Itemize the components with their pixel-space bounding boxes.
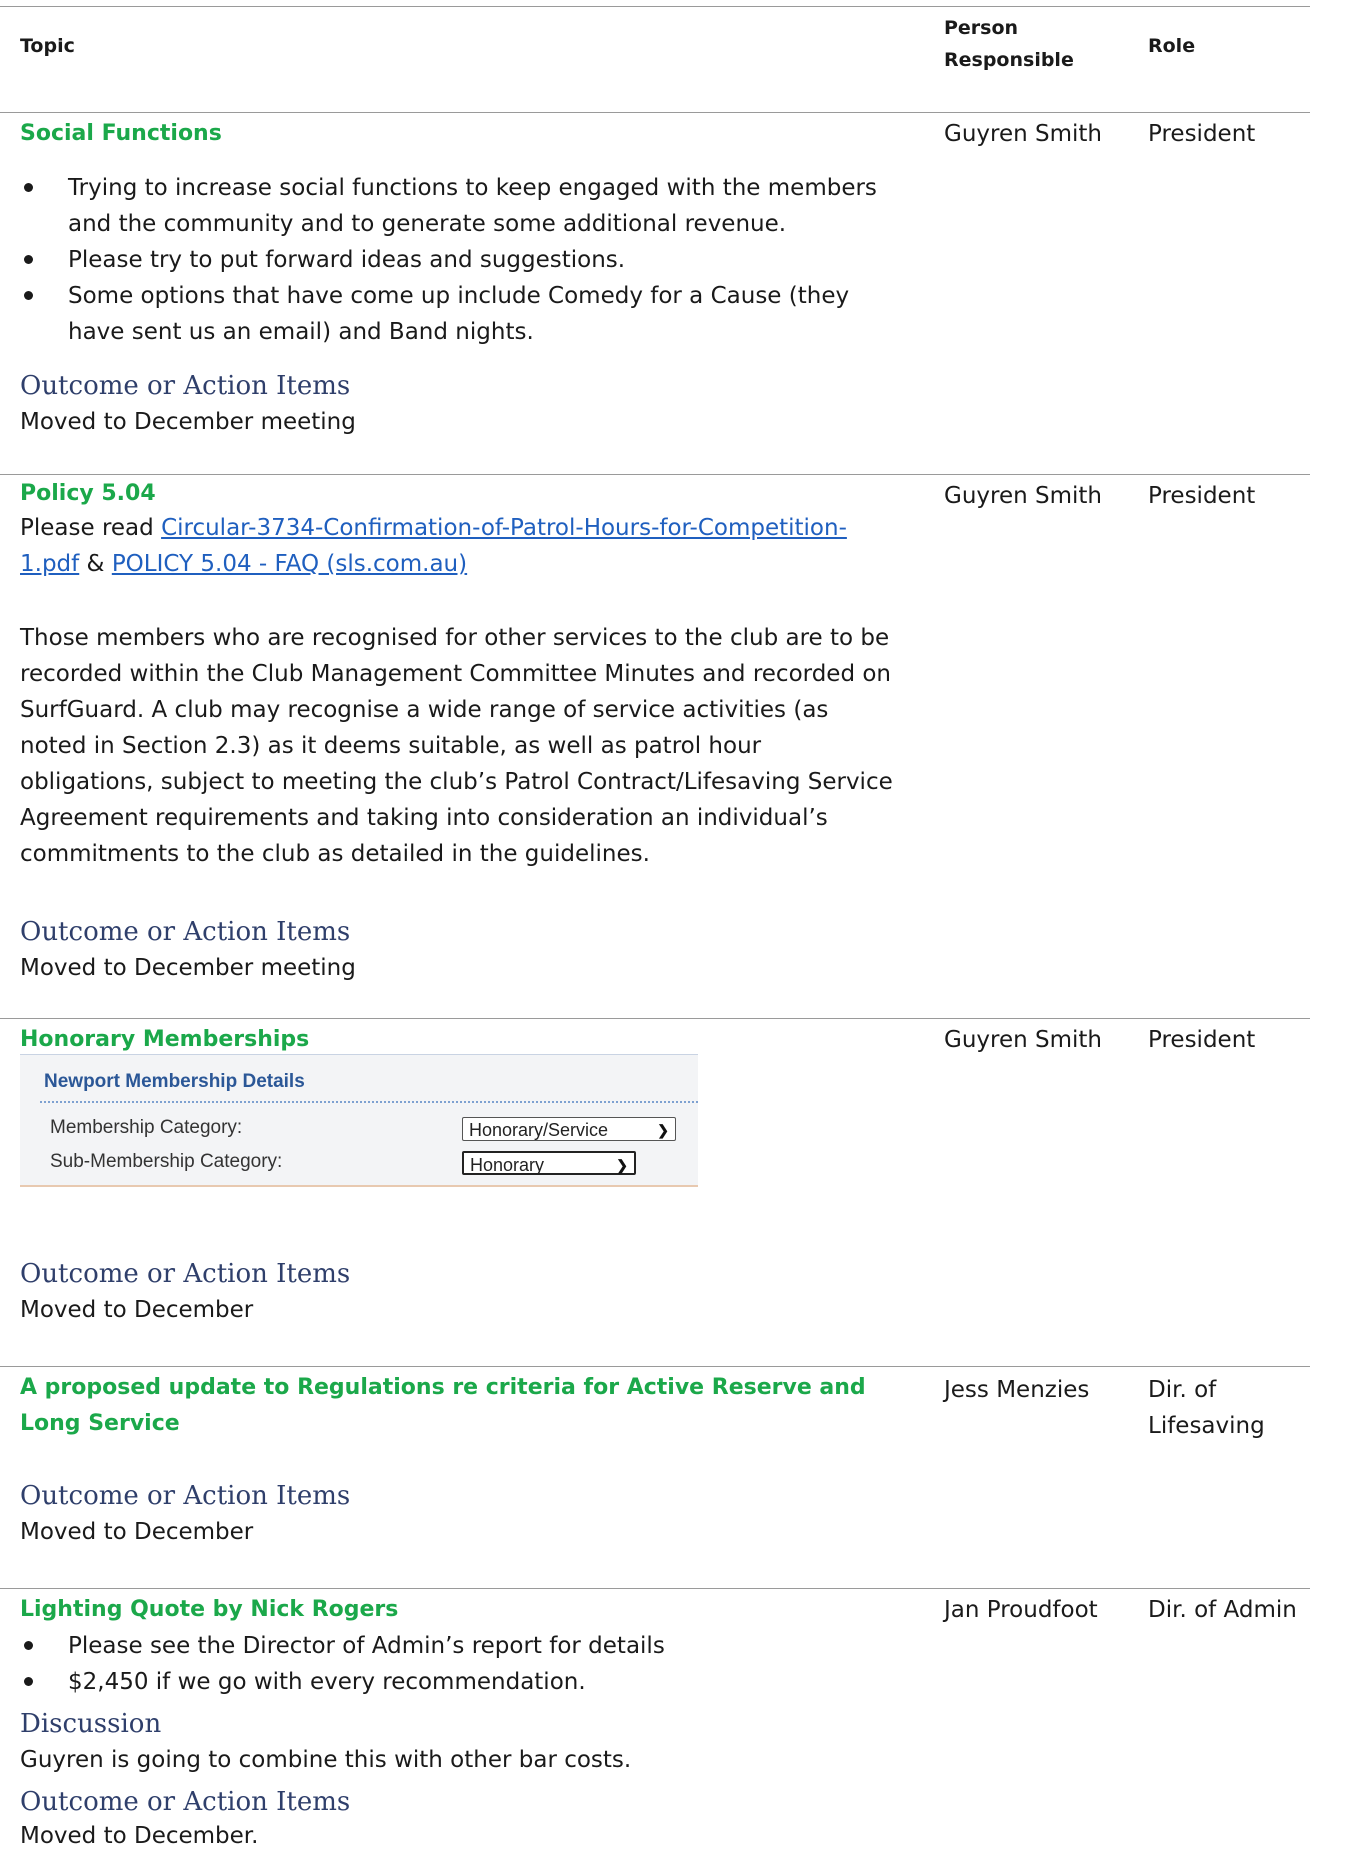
outcome-text: Moved to December meeting [20, 409, 356, 435]
person-responsible: Guyren Smith [944, 1027, 1102, 1053]
panel-title: Newport Membership Details [44, 1071, 305, 1092]
policy-paragraph: Those members who are recognised for oth… [20, 625, 893, 867]
topic-title-lighting-quote: Lighting Quote by Nick Rogers [20, 1597, 399, 1622]
outcome-text: Moved to December [20, 1519, 254, 1545]
outcome-heading: Outcome or Action Items [20, 1259, 351, 1289]
outcome-text: Moved to December meeting [20, 955, 356, 981]
role: President [1148, 1027, 1256, 1053]
panel-dotted-divider [40, 1101, 698, 1103]
header-role: Role [1148, 35, 1196, 57]
header-topic: Topic [20, 35, 75, 57]
sub-membership-category-select[interactable]: Honorary ❯ [462, 1151, 636, 1175]
list-item: $2,450 if we go with every recommendatio… [20, 1664, 900, 1700]
outcome-heading: Outcome or Action Items [20, 371, 351, 401]
list-item: Please see the Director of Admin’s repor… [20, 1628, 900, 1664]
topic-title-regulations-update: A proposed update to Regulations re crit… [20, 1375, 866, 1436]
outcome-text: Moved to December. [20, 1823, 259, 1849]
topic-title-policy-504: Policy 5.04 [20, 481, 156, 506]
row-rule [0, 474, 1310, 475]
membership-details-screenshot: Newport Membership Details Membership Ca… [20, 1054, 698, 1187]
social-functions-bullets: Trying to increase social functions to k… [20, 170, 900, 350]
membership-category-label: Membership Category: [50, 1117, 243, 1138]
outcome-heading: Outcome or Action Items [20, 1787, 351, 1817]
list-item: Some options that have come up include C… [20, 278, 900, 350]
person-responsible: Jess Menzies [944, 1377, 1090, 1403]
link-separator: & [79, 551, 112, 577]
outcome-heading: Outcome or Action Items [20, 917, 351, 947]
sub-membership-category-label: Sub-Membership Category: [50, 1151, 283, 1172]
topic-title-social-functions: Social Functions [20, 121, 222, 146]
role: Dir. of Lifesaving [1148, 1377, 1265, 1439]
policy-faq-link[interactable]: POLICY 5.04 - FAQ (sls.com.au) [112, 551, 467, 577]
panel-bottom-border [20, 1185, 698, 1187]
meeting-minutes-page: Topic Person Responsible Role Social Fun… [0, 0, 1346, 1856]
policy-read-prefix: Please read [20, 515, 162, 541]
lighting-quote-bullets: Please see the Director of Admin’s repor… [20, 1628, 900, 1700]
sub-membership-category-value: Honorary [470, 1155, 545, 1175]
membership-category-select[interactable]: Honorary/Service ❯ [462, 1117, 676, 1141]
role: President [1148, 483, 1256, 509]
row-rule [0, 1366, 1310, 1367]
outcome-heading: Outcome or Action Items [20, 1481, 351, 1511]
list-item: Trying to increase social functions to k… [20, 170, 900, 242]
person-responsible: Guyren Smith [944, 483, 1102, 509]
header-bottom-rule [0, 112, 1310, 113]
table-top-rule [0, 6, 1310, 7]
membership-category-value: Honorary/Service [469, 1120, 609, 1140]
discussion-heading: Discussion [20, 1709, 162, 1739]
list-item: Please try to put forward ideas and sugg… [20, 242, 900, 278]
header-person-responsible: Person Responsible [944, 17, 1074, 71]
chevron-down-icon: ❯ [657, 1122, 669, 1138]
row-rule [0, 1588, 1310, 1589]
person-responsible: Guyren Smith [944, 121, 1102, 147]
person-responsible: Jan Proudfoot [944, 1597, 1098, 1623]
topic-title-honorary-memberships: Honorary Memberships [20, 1027, 310, 1052]
role: President [1148, 121, 1256, 147]
discussion-text: Guyren is going to combine this with oth… [20, 1747, 632, 1773]
role: Dir. of Admin [1148, 1597, 1297, 1623]
chevron-down-icon: ❯ [616, 1157, 628, 1173]
outcome-text: Moved to December [20, 1297, 254, 1323]
policy-read-links: Please read Circular-3734-Confirmation-o… [20, 510, 900, 582]
row-rule [0, 1018, 1310, 1019]
